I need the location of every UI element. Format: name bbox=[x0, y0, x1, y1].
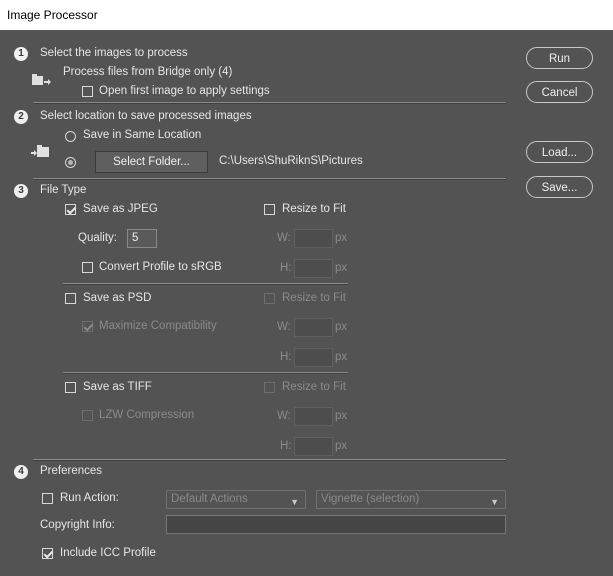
bridge-files-icon bbox=[31, 73, 51, 89]
psd-resize-checkbox bbox=[264, 293, 275, 304]
section2-heading: Select location to save processed images bbox=[40, 110, 252, 122]
step-4-badge: 4 bbox=[14, 465, 28, 479]
jpeg-width-input bbox=[294, 229, 333, 248]
step-1-badge: 1 bbox=[14, 47, 28, 61]
quality-label: Quality: bbox=[78, 232, 117, 244]
run-button[interactable]: Run bbox=[526, 47, 593, 69]
tiff-height-input bbox=[294, 437, 333, 456]
psd-w-label: W: bbox=[277, 321, 291, 333]
save-psd-checkbox[interactable] bbox=[65, 293, 76, 304]
psd-height-input bbox=[294, 348, 333, 367]
run-action-checkbox[interactable] bbox=[42, 493, 53, 504]
tiff-h-unit: px bbox=[335, 440, 348, 452]
jpeg-resize-label: Resize to Fit bbox=[282, 203, 346, 215]
copyright-label: Copyright Info: bbox=[40, 519, 115, 531]
save-tiff-checkbox[interactable] bbox=[65, 382, 76, 393]
open-first-label: Open first image to apply settings bbox=[99, 85, 270, 97]
jpeg-h-label: H: bbox=[280, 262, 292, 274]
lzw-label: LZW Compression bbox=[99, 409, 195, 421]
open-first-checkbox[interactable] bbox=[82, 86, 93, 97]
folder-arrow-icon bbox=[31, 144, 51, 160]
save-tiff-label: Save as TIFF bbox=[83, 381, 152, 393]
section1-heading: Select the images to process bbox=[40, 47, 188, 59]
folder-path: C:\Users\ShuRiknS\Pictures bbox=[219, 155, 363, 167]
tiff-resize-label: Resize to Fit bbox=[282, 381, 346, 393]
action-set-value: Default Actions bbox=[171, 493, 248, 505]
tiff-resize-checkbox bbox=[264, 382, 275, 393]
step-3-badge: 3 bbox=[14, 184, 28, 198]
source-text: Process files from Bridge only (4) bbox=[63, 66, 233, 78]
run-action-label: Run Action: bbox=[60, 492, 119, 504]
separator bbox=[33, 102, 506, 104]
tiff-w-label: W: bbox=[277, 410, 291, 422]
psd-width-input bbox=[294, 318, 333, 337]
psd-h-label: H: bbox=[280, 351, 292, 363]
step-2-badge: 2 bbox=[14, 110, 28, 124]
jpeg-w-label: W: bbox=[277, 232, 291, 244]
psd-w-unit: px bbox=[335, 321, 348, 333]
maximize-compat-checkbox bbox=[82, 321, 93, 332]
separator bbox=[63, 283, 348, 285]
action-set-select[interactable]: Default Actions ▼ bbox=[166, 490, 306, 509]
icc-profile-checkbox[interactable] bbox=[42, 548, 53, 559]
maximize-compat-label: Maximize Compatibility bbox=[99, 320, 217, 332]
action-name-select[interactable]: Vignette (selection) ▼ bbox=[316, 490, 506, 509]
separator bbox=[33, 178, 506, 180]
icc-profile-label: Include ICC Profile bbox=[60, 547, 156, 559]
save-settings-button[interactable]: Save... bbox=[526, 176, 593, 198]
tiff-w-unit: px bbox=[335, 410, 348, 422]
copyright-input[interactable] bbox=[166, 515, 506, 534]
psd-h-unit: px bbox=[335, 351, 348, 363]
same-location-radio[interactable] bbox=[65, 131, 76, 142]
action-name-value: Vignette (selection) bbox=[321, 493, 420, 505]
jpeg-height-input bbox=[294, 259, 333, 278]
save-jpeg-checkbox[interactable] bbox=[65, 204, 76, 215]
window-title: Image Processor bbox=[7, 8, 98, 22]
save-psd-label: Save as PSD bbox=[83, 292, 152, 304]
tiff-width-input bbox=[294, 407, 333, 426]
select-folder-button[interactable]: Select Folder... bbox=[95, 151, 208, 173]
tiff-h-label: H: bbox=[280, 440, 292, 452]
lzw-checkbox bbox=[82, 410, 93, 421]
convert-srgb-checkbox[interactable] bbox=[82, 262, 93, 273]
jpeg-resize-checkbox[interactable] bbox=[264, 204, 275, 215]
select-folder-radio[interactable] bbox=[65, 157, 76, 168]
jpeg-h-unit: px bbox=[335, 262, 348, 274]
cancel-button[interactable]: Cancel bbox=[526, 81, 593, 103]
save-jpeg-label: Save as JPEG bbox=[83, 203, 158, 215]
chevron-down-icon: ▼ bbox=[490, 497, 499, 507]
section4-heading: Preferences bbox=[40, 465, 103, 477]
title-bar: Image Processor bbox=[0, 0, 613, 30]
section3-heading: File Type bbox=[40, 184, 87, 196]
separator bbox=[63, 372, 348, 374]
same-location-label: Save in Same Location bbox=[83, 129, 202, 141]
chevron-down-icon: ▼ bbox=[290, 497, 299, 507]
psd-resize-label: Resize to Fit bbox=[282, 292, 346, 304]
jpeg-w-unit: px bbox=[335, 232, 348, 244]
quality-input[interactable]: 5 bbox=[127, 229, 157, 248]
convert-srgb-label: Convert Profile to sRGB bbox=[99, 261, 222, 273]
load-button[interactable]: Load... bbox=[526, 141, 593, 163]
separator bbox=[33, 459, 506, 461]
